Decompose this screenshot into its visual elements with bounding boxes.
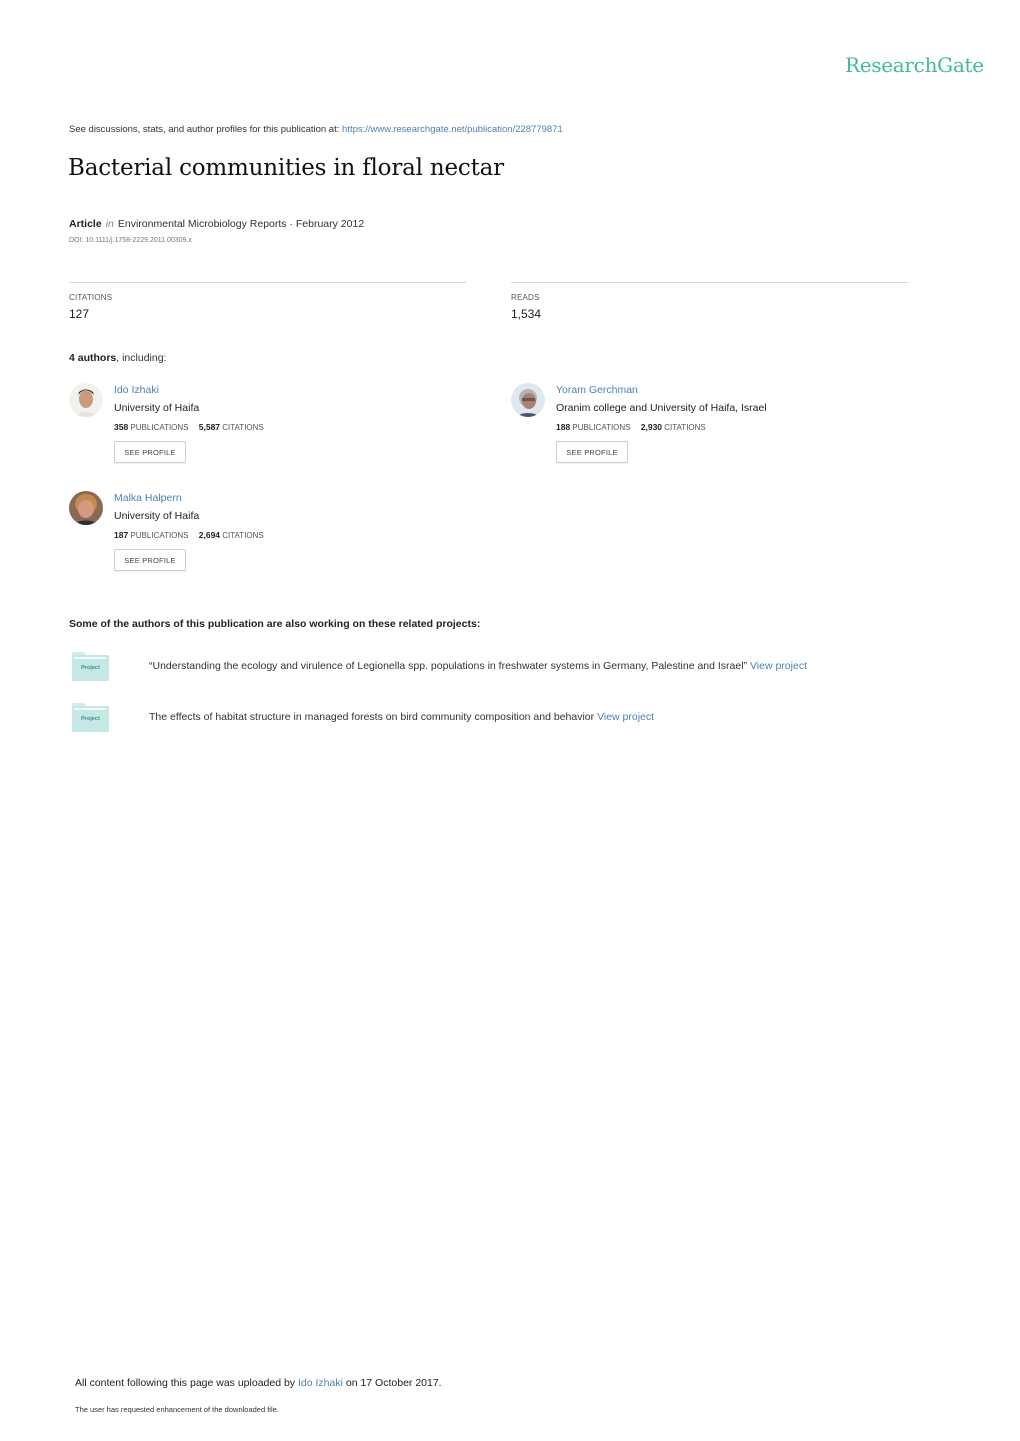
citations-count: 5,587: [198, 422, 221, 432]
avatar-photo-icon: [69, 383, 103, 417]
author-institution: University of Haifa: [114, 510, 200, 522]
in-label: in: [105, 218, 114, 230]
author-counts: 187 PUBLICATIONS 2,694 CITATIONS: [114, 530, 264, 541]
author-name-link[interactable]: Ido Izhaki: [114, 383, 264, 397]
enhancement-note: The user has requested enhancement of th…: [75, 1405, 279, 1414]
avatar-photo-icon: [511, 383, 545, 417]
citations-label: CITATIONS: [69, 293, 113, 302]
view-project-link[interactable]: View project: [597, 711, 654, 723]
citations-count: 2,694: [198, 530, 221, 540]
publication-url-link[interactable]: https://www.researchgate.net/publication…: [342, 124, 563, 135]
citations-count-label: CITATIONS: [664, 423, 706, 432]
citations-count-label: CITATIONS: [222, 531, 264, 540]
uploaded-prefix: All content following this page was uplo…: [75, 1377, 296, 1389]
reads-label: READS: [511, 293, 540, 302]
author-counts: 358 PUBLICATIONS 5,587 CITATIONS: [114, 422, 264, 433]
publication-meta: Article in Environmental Microbiology Repo…: [69, 218, 364, 230]
avatar[interactable]: [69, 491, 103, 525]
uploaded-by-line: All content following this page was uplo…: [75, 1377, 442, 1389]
publications-count: 358: [114, 422, 129, 432]
researchgate-logo[interactable]: ResearchGate: [845, 53, 984, 77]
view-project-link[interactable]: View project: [750, 660, 807, 672]
authors-count: 4 authors: [69, 352, 117, 364]
see-discussions-text: See discussions, stats, and author profi…: [69, 124, 340, 135]
uploaded-suffix: on 17 October 2017.: [345, 1377, 442, 1389]
reads-value: 1,534: [511, 307, 542, 321]
avatar-photo-icon: [69, 491, 103, 525]
citations-count-label: CITATIONS: [222, 423, 264, 432]
project-text: “Understanding the ecology and virulence…: [149, 660, 807, 672]
project-item: Project “Understanding the ecology and v…: [72, 652, 972, 682]
reads-stat: READS 1,534: [511, 282, 908, 321]
authors-suffix: , including:: [116, 352, 167, 364]
project-folder-icon[interactable]: Project: [72, 703, 109, 733]
related-projects-heading: Some of the authors of this publication …: [69, 618, 481, 630]
author-institution: Oranim college and University of Haifa, …: [556, 402, 767, 414]
publications-count: 188: [556, 422, 571, 432]
project-item: Project The effects of habitat structure…: [72, 703, 972, 733]
see-discussions-line: See discussions, stats, and author profi…: [69, 124, 563, 135]
avatar[interactable]: [69, 383, 103, 417]
see-profile-button[interactable]: SEE PROFILE: [114, 441, 186, 463]
project-title: The effects of habitat structure in mana…: [149, 711, 595, 723]
citations-count: 2,930: [640, 422, 663, 432]
journal-date: Environmental Microbiology Reports · Feb…: [117, 218, 365, 230]
project-title: “Understanding the ecology and virulence…: [149, 660, 748, 672]
authors-heading: 4 authors, including:: [69, 352, 166, 364]
author-name-link[interactable]: Yoram Gerchman: [556, 383, 767, 397]
author-institution: University of Haifa: [114, 402, 200, 414]
doi: DOI: 10.1111/j.1758-2229.2011.00309.x: [69, 237, 192, 244]
project-folder-icon[interactable]: Project: [72, 652, 109, 682]
author-name-link[interactable]: Malka Halpern: [114, 491, 264, 505]
see-profile-button[interactable]: SEE PROFILE: [556, 441, 628, 463]
publications-count: 187: [114, 530, 129, 540]
author-counts: 188 PUBLICATIONS 2,930 CITATIONS: [556, 422, 767, 433]
folder-label: Project: [81, 665, 100, 671]
avatar[interactable]: [511, 383, 545, 417]
see-profile-button[interactable]: SEE PROFILE: [114, 549, 186, 571]
publications-label: PUBLICATIONS: [130, 423, 189, 432]
publication-type: Article: [69, 218, 102, 230]
publication-title: Bacterial communities in floral nectar: [68, 155, 504, 181]
uploader-link[interactable]: Ido Izhaki: [298, 1377, 343, 1389]
folder-label: Project: [81, 716, 100, 722]
publications-label: PUBLICATIONS: [572, 423, 631, 432]
citations-value: 127: [69, 307, 90, 321]
publications-label: PUBLICATIONS: [130, 531, 189, 540]
project-text: The effects of habitat structure in mana…: [149, 711, 654, 723]
citations-stat: CITATIONS 127: [69, 282, 466, 321]
